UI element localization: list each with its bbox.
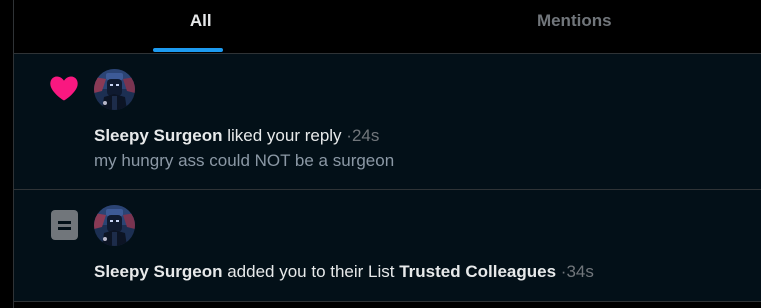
avatar[interactable] xyxy=(94,205,135,246)
notification-text: Sleepy Surgeon liked your reply ·24s xyxy=(94,125,379,147)
timestamp: 34s xyxy=(566,262,594,281)
tab-all[interactable]: All xyxy=(14,0,388,53)
notification-list: Sleepy Surgeon liked your reply ·24s my … xyxy=(14,54,761,308)
list-name-link[interactable]: Trusted Colleagues xyxy=(399,262,556,281)
avatar[interactable] xyxy=(94,69,135,110)
notifications-view: All Mentions Sleepy Surgeon liked your r… xyxy=(0,0,761,308)
notification-like[interactable]: Sleepy Surgeon liked your reply ·24s my … xyxy=(14,54,761,190)
active-tab-indicator xyxy=(153,48,223,52)
timestamp: 24s xyxy=(351,126,380,145)
list-bottom-divider xyxy=(14,301,761,308)
list-icon xyxy=(48,208,80,240)
reply-preview: my hungry ass could NOT be a surgeon xyxy=(94,151,395,170)
tab-all-label: All xyxy=(189,11,212,30)
action-text: liked your reply xyxy=(227,126,342,145)
notification-list-add[interactable]: Sleepy Surgeon added you to their List T… xyxy=(14,190,761,302)
tab-mentions-label: Mentions xyxy=(536,11,612,30)
action-text: added you to their List xyxy=(227,262,395,281)
tab-mentions[interactable]: Mentions xyxy=(388,0,761,53)
user-name[interactable]: Sleepy Surgeon xyxy=(94,126,222,145)
notification-text: Sleepy Surgeon added you to their List T… xyxy=(94,261,594,283)
user-name[interactable]: Sleepy Surgeon xyxy=(94,262,222,281)
heart-icon xyxy=(48,72,80,104)
notification-tabs: All Mentions xyxy=(14,0,761,54)
